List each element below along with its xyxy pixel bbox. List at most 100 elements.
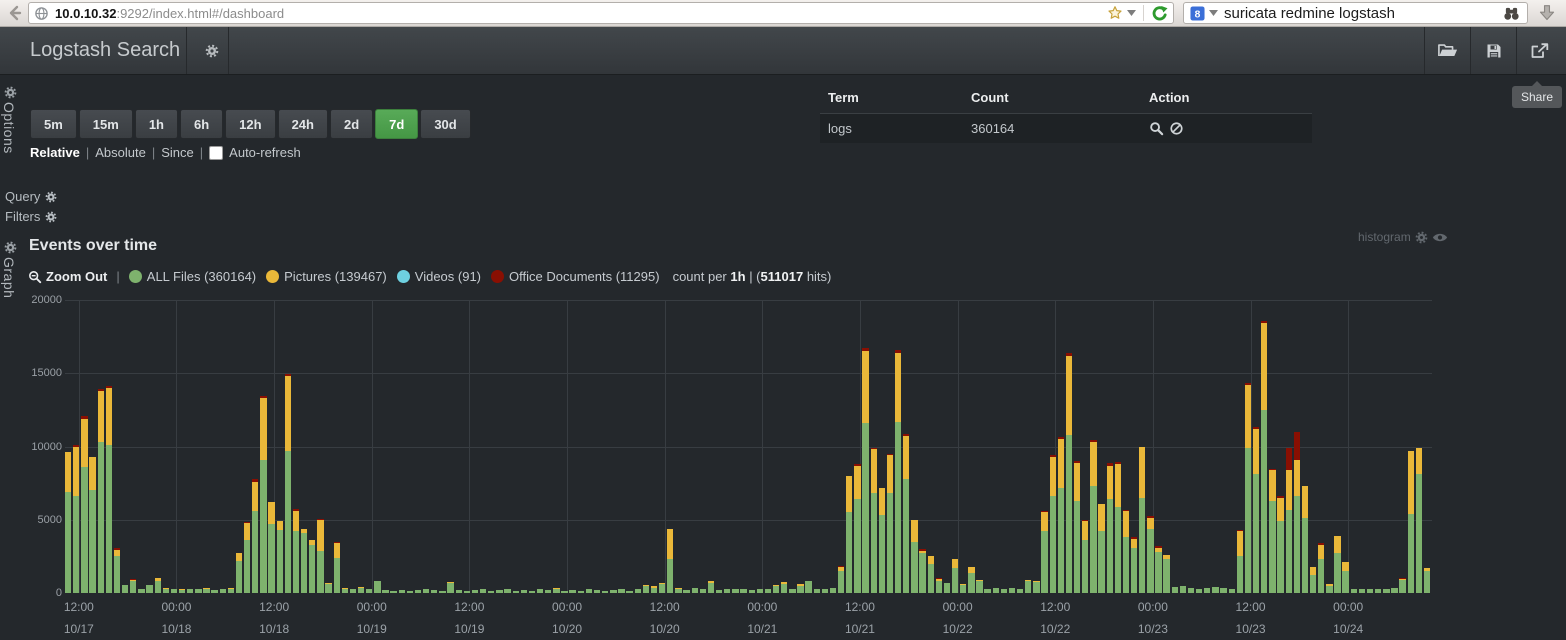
search-term-icon[interactable] [1149,121,1164,136]
bar-segment [708,583,714,593]
bar-segment [1074,501,1080,593]
query-section[interactable]: Query [5,189,57,204]
bar-segment [220,589,226,593]
bar-segment [1107,466,1113,500]
bookmark-dropdown-icon[interactable] [1127,10,1136,16]
reload-icon[interactable] [1151,5,1168,22]
legend-item[interactable]: Pictures (139467) [266,269,387,284]
bar-segment [325,584,331,593]
bar-segment [952,568,958,593]
bar-segment [268,502,274,524]
bar-segment [1253,427,1259,428]
time-range-button-7d[interactable]: 7d [375,109,418,139]
bar-segment [911,542,917,593]
bar-segment [838,571,844,593]
time-range-button-15m[interactable]: 15m [79,109,133,139]
bar-segment [814,589,820,593]
bar-segment [98,442,104,593]
bar-segment [293,511,299,532]
x-axis-date-label: 10/21 [730,622,794,636]
bar-segment [81,467,87,593]
bar-segment [1050,496,1056,593]
graph-panel-gear-icon[interactable] [4,241,17,254]
time-range-button-2d[interactable]: 2d [330,109,373,139]
query-gear-icon[interactable] [45,191,57,203]
bar-segment [1123,511,1129,537]
legend-item[interactable]: Office Documents (11295) [491,269,660,284]
time-mode-since[interactable]: Since [161,145,194,160]
time-range-button-5m[interactable]: 5m [30,109,77,139]
terms-table-header: Term Count Action [820,85,1312,114]
timepicker-mode-row: Relative|Absolute|Since|Auto-refresh [30,145,301,160]
bar-segment [1115,464,1121,506]
bar-segment [163,588,169,589]
legend-item[interactable]: Videos (91) [397,269,481,284]
bar-segment [366,589,372,593]
time-range-button-30d[interactable]: 30d [420,109,470,139]
bar-segment [862,423,868,593]
bar-segment [472,590,478,593]
filters-gear-icon[interactable] [45,211,57,223]
bar-segment [936,578,942,579]
chart-area[interactable] [65,300,1432,593]
x-axis-date-label: 10/20 [535,622,599,636]
bar-segment [1155,546,1161,547]
time-range-button-12h[interactable]: 12h [225,109,275,139]
bar-segment [439,591,445,593]
legend-color-dot [129,270,142,283]
bar-segment [838,567,844,571]
bar-segment [862,348,868,351]
bar-segment [179,590,185,593]
bar-segment [268,524,274,593]
bar-segment [1131,537,1137,538]
search-engine-icon[interactable]: 8 [1190,6,1205,21]
bar-segment [1155,548,1161,552]
search-engine-dropdown-icon[interactable] [1209,10,1218,16]
bar-segment [895,422,901,593]
bar-segment [1237,530,1243,531]
gridline-horizontal [65,447,1432,448]
search-query-text[interactable]: suricata redmine logstash [1224,5,1395,22]
legend-item[interactable]: ALL Files (360164) [129,269,256,284]
bar-segment [358,587,364,588]
time-range-button-6h[interactable]: 6h [180,109,223,139]
time-mode-absolute[interactable]: Absolute [95,145,146,160]
downloads-icon[interactable] [1534,2,1560,24]
binoculars-icon[interactable] [1502,6,1521,21]
bar-segment [1172,587,1178,593]
bookmark-star-icon[interactable] [1107,5,1123,21]
panel-config-gear-icon[interactable] [1415,231,1428,244]
bar-segment [252,482,258,511]
exclude-term-icon[interactable] [1169,121,1184,136]
bar-segment [773,586,779,593]
zoom-out-button[interactable]: Zoom Out [28,269,107,284]
browser-back-icon[interactable] [5,3,25,23]
save-dashboard-button[interactable] [1470,27,1517,74]
time-mode-relative[interactable]: Relative [30,145,80,160]
bar-segment [1286,448,1292,470]
bar-segment [968,567,974,573]
load-dashboard-button[interactable] [1424,27,1471,74]
svg-text:8: 8 [1195,9,1201,20]
share-dashboard-button[interactable] [1516,27,1563,74]
timepicker-buttons: 5m15m1h6h12h24h2d7d30d [30,109,471,139]
bar-segment [260,460,266,593]
panel-visibility-eye-icon[interactable] [1432,232,1448,243]
bar-segment [513,591,519,593]
bar-segment [1416,474,1422,593]
bar-segment [732,589,738,593]
time-range-button-24h[interactable]: 24h [278,109,328,139]
dashboard-settings-gear-icon[interactable] [196,27,228,74]
filters-section[interactable]: Filters [5,209,57,224]
bar-segment [106,445,112,593]
url-bar[interactable]: 10.0.10.32:9292/index.html#/dashboard [28,2,1174,24]
bar-segment [285,374,291,376]
options-panel-gear-icon[interactable] [4,86,17,99]
bar-segment [1041,531,1047,593]
time-range-button-1h[interactable]: 1h [135,109,178,139]
auto-refresh-checkbox[interactable] [209,146,223,160]
browser-search-field[interactable]: 8 suricata redmine logstash [1183,2,1528,24]
count-per-label: count per 1h | (511017 hits) [673,269,832,284]
bar-segment [293,509,299,511]
bar-segment [1082,521,1088,540]
